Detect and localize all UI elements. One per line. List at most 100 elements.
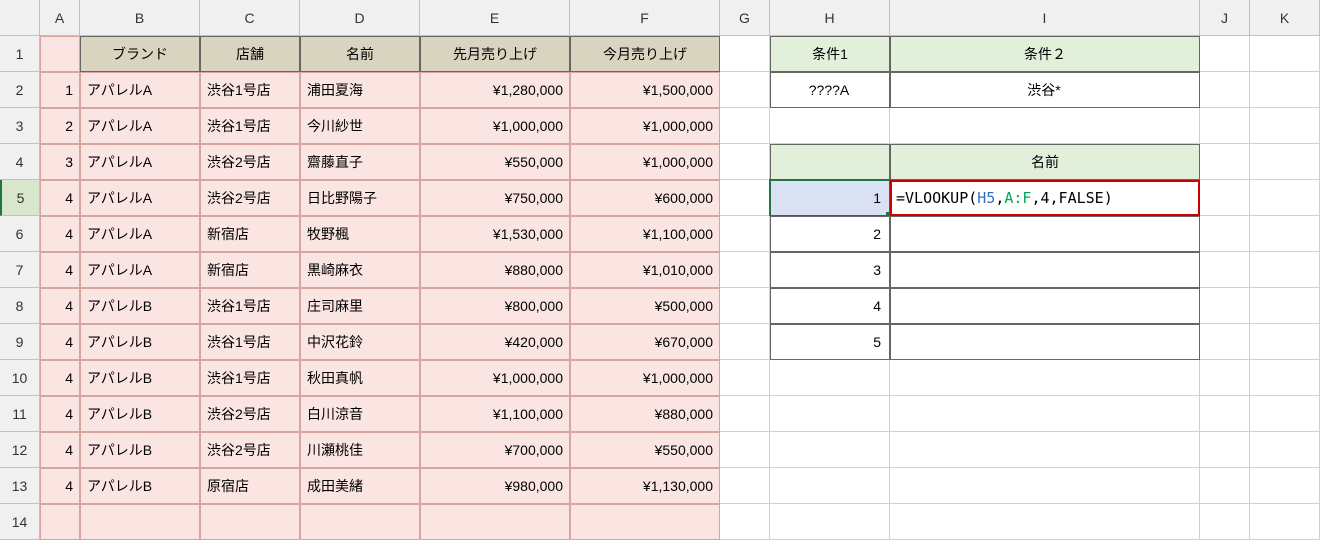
cell-C9[interactable]: 渋谷1号店 <box>200 324 300 360</box>
cell-J4[interactable] <box>1200 144 1250 180</box>
cell-C14[interactable] <box>200 504 300 540</box>
cell-E2[interactable]: ¥1,280,000 <box>420 72 570 108</box>
cell-B4[interactable]: アパレルA <box>80 144 200 180</box>
cell-G1[interactable] <box>720 36 770 72</box>
cell-B6[interactable]: アパレルA <box>80 216 200 252</box>
lookup-result-3[interactable] <box>890 252 1200 288</box>
cell-B13[interactable]: アパレルB <box>80 468 200 504</box>
cell-E3[interactable]: ¥1,000,000 <box>420 108 570 144</box>
result-header-blank[interactable] <box>770 144 890 180</box>
header-D[interactable]: 名前 <box>300 36 420 72</box>
cell-G10[interactable] <box>720 360 770 396</box>
cell-B12[interactable]: アパレルB <box>80 432 200 468</box>
cell-A13[interactable]: 4 <box>40 468 80 504</box>
cell-C5[interactable]: 渋谷2号店 <box>200 180 300 216</box>
cell-G9[interactable] <box>720 324 770 360</box>
cell-B3[interactable]: アパレルA <box>80 108 200 144</box>
cell-K1[interactable] <box>1250 36 1320 72</box>
cell-D5[interactable]: 日比野陽子 <box>300 180 420 216</box>
cell-K14[interactable] <box>1250 504 1320 540</box>
cell-C10[interactable]: 渋谷1号店 <box>200 360 300 396</box>
cell-B11[interactable]: アパレルB <box>80 396 200 432</box>
cell-K11[interactable] <box>1250 396 1320 432</box>
cell-F10[interactable]: ¥1,000,000 <box>570 360 720 396</box>
header-B[interactable]: ブランド <box>80 36 200 72</box>
cell-K3[interactable] <box>1250 108 1320 144</box>
cell-J14[interactable] <box>1200 504 1250 540</box>
cell-K5[interactable] <box>1250 180 1320 216</box>
cell-I13[interactable] <box>890 468 1200 504</box>
col-header-A[interactable]: A <box>40 0 80 36</box>
cell-A14[interactable] <box>40 504 80 540</box>
cell-J7[interactable] <box>1200 252 1250 288</box>
cell-H10[interactable] <box>770 360 890 396</box>
row-header-13[interactable]: 13 <box>0 468 40 504</box>
cell-K4[interactable] <box>1250 144 1320 180</box>
cell-C7[interactable]: 新宿店 <box>200 252 300 288</box>
row-header-7[interactable]: 7 <box>0 252 40 288</box>
row-header-8[interactable]: 8 <box>0 288 40 324</box>
result-header-name[interactable]: 名前 <box>890 144 1200 180</box>
cell-F4[interactable]: ¥1,000,000 <box>570 144 720 180</box>
cell-K10[interactable] <box>1250 360 1320 396</box>
criteria-header-2[interactable]: 条件２ <box>890 36 1200 72</box>
cell-D7[interactable]: 黒崎麻衣 <box>300 252 420 288</box>
cell-D11[interactable]: 白川涼音 <box>300 396 420 432</box>
col-header-J[interactable]: J <box>1200 0 1250 36</box>
row-header-5[interactable]: 5 <box>0 180 40 216</box>
cell-C2[interactable]: 渋谷1号店 <box>200 72 300 108</box>
cell-I3[interactable] <box>890 108 1200 144</box>
cell-H14[interactable] <box>770 504 890 540</box>
cell-J6[interactable] <box>1200 216 1250 252</box>
cell-E9[interactable]: ¥420,000 <box>420 324 570 360</box>
criteria-value-1[interactable]: ????A <box>770 72 890 108</box>
cell-C13[interactable]: 原宿店 <box>200 468 300 504</box>
lookup-index-2[interactable]: 2 <box>770 216 890 252</box>
col-header-F[interactable]: F <box>570 0 720 36</box>
cell-A6[interactable]: 4 <box>40 216 80 252</box>
cell-E12[interactable]: ¥700,000 <box>420 432 570 468</box>
cell-J13[interactable] <box>1200 468 1250 504</box>
header-E[interactable]: 先月売り上げ <box>420 36 570 72</box>
cell-C6[interactable]: 新宿店 <box>200 216 300 252</box>
cell-J10[interactable] <box>1200 360 1250 396</box>
cell-G3[interactable] <box>720 108 770 144</box>
cell-D8[interactable]: 庄司麻里 <box>300 288 420 324</box>
cell-E14[interactable] <box>420 504 570 540</box>
cell-A3[interactable]: 2 <box>40 108 80 144</box>
cell-K12[interactable] <box>1250 432 1320 468</box>
header-C[interactable]: 店舗 <box>200 36 300 72</box>
lookup-result-5[interactable] <box>890 324 1200 360</box>
cell-A2[interactable]: 1 <box>40 72 80 108</box>
cell-J1[interactable] <box>1200 36 1250 72</box>
cell-G13[interactable] <box>720 468 770 504</box>
cell-H11[interactable] <box>770 396 890 432</box>
cell-B7[interactable]: アパレルA <box>80 252 200 288</box>
cell-J8[interactable] <box>1200 288 1250 324</box>
col-header-K[interactable]: K <box>1250 0 1320 36</box>
cell-F13[interactable]: ¥1,130,000 <box>570 468 720 504</box>
lookup-index-5[interactable]: 5 <box>770 324 890 360</box>
col-header-B[interactable]: B <box>80 0 200 36</box>
cell-A4[interactable]: 3 <box>40 144 80 180</box>
cell-D4[interactable]: 齋藤直子 <box>300 144 420 180</box>
cell-A8[interactable]: 4 <box>40 288 80 324</box>
cell-E13[interactable]: ¥980,000 <box>420 468 570 504</box>
cell-C11[interactable]: 渋谷2号店 <box>200 396 300 432</box>
cell-F6[interactable]: ¥1,100,000 <box>570 216 720 252</box>
cell-K8[interactable] <box>1250 288 1320 324</box>
cell-H3[interactable] <box>770 108 890 144</box>
formula-cell[interactable]: =VLOOKUP(H5,A:F,4,FALSE) <box>890 180 1200 216</box>
cell-I11[interactable] <box>890 396 1200 432</box>
lookup-index-4[interactable]: 4 <box>770 288 890 324</box>
row-header-3[interactable]: 3 <box>0 108 40 144</box>
cell-J11[interactable] <box>1200 396 1250 432</box>
cell-K13[interactable] <box>1250 468 1320 504</box>
cell-F3[interactable]: ¥1,000,000 <box>570 108 720 144</box>
cell-G8[interactable] <box>720 288 770 324</box>
row-header-4[interactable]: 4 <box>0 144 40 180</box>
row-header-12[interactable]: 12 <box>0 432 40 468</box>
cell-J12[interactable] <box>1200 432 1250 468</box>
cell-G12[interactable] <box>720 432 770 468</box>
cell-K2[interactable] <box>1250 72 1320 108</box>
